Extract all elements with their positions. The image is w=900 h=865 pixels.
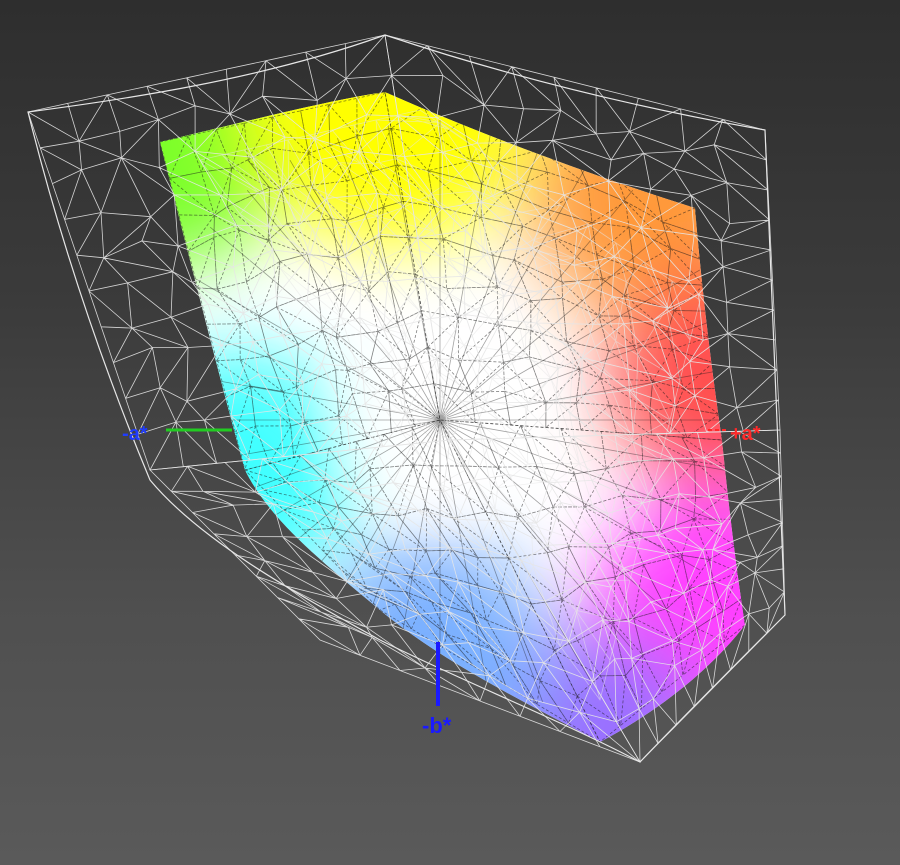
gamut-scene: -a* +a* -b* [27,34,786,763]
neg-a-axis-label: -a* [122,423,148,445]
pos-a-axis-label: +a* [730,423,761,445]
gamut-3d-viewport[interactable]: -a* +a* -b* [0,0,900,865]
neg-b-axis-label: -b* [422,713,452,738]
